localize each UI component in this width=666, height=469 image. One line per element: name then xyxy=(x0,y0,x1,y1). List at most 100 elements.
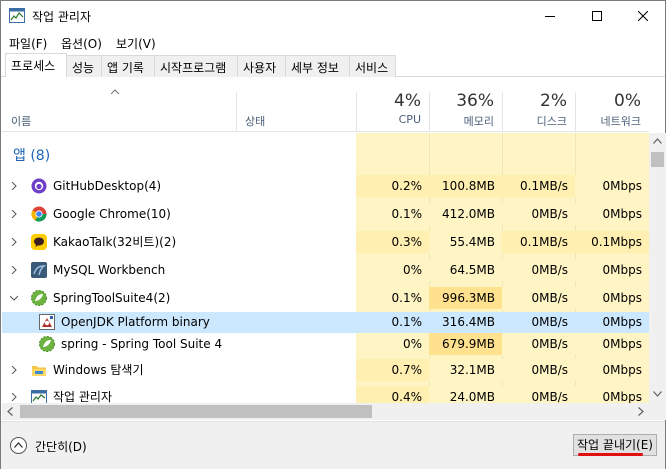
chevron-right-icon[interactable] xyxy=(10,393,18,401)
disk-cell: 0MB/s xyxy=(502,359,575,381)
cpu-cell: 0.1% xyxy=(356,203,429,225)
header-disk[interactable]: 2% 디스크 xyxy=(502,78,575,132)
memory-cell: 316.4MB xyxy=(429,312,502,333)
process-name: MySQL Workbench xyxy=(53,263,166,277)
chevron-right-icon[interactable] xyxy=(10,182,18,190)
process-name: 작업 관리자 xyxy=(53,390,113,403)
scroll-up-icon[interactable] xyxy=(653,138,662,144)
process-row-selected[interactable]: OpenJDK Platform binary 0.1% 316.4MB 0MB… xyxy=(2,312,649,333)
tab-users[interactable]: 사용자 xyxy=(237,55,286,77)
header-cpu[interactable]: 4% CPU xyxy=(356,78,429,132)
header-memory-label: 메모리 xyxy=(463,115,494,128)
menu-options[interactable]: 옵션(O) xyxy=(61,35,102,52)
minimize-button[interactable] xyxy=(527,1,573,31)
scroll-right-icon[interactable] xyxy=(638,407,644,416)
horizontal-scroll-thumb[interactable] xyxy=(20,405,372,418)
header-cpu-label: CPU xyxy=(398,113,421,126)
process-row[interactable]: SpringToolSuite4(2) 0.1% 996.3MB 0MB/s 0… xyxy=(2,287,649,309)
process-name: SpringToolSuite4(2) xyxy=(53,291,171,305)
header-status-label: 상태 xyxy=(245,115,266,128)
header-name[interactable]: 이름 xyxy=(2,78,236,132)
process-name: OpenJDK Platform binary xyxy=(61,315,210,329)
cpu-cell: 0% xyxy=(356,259,429,281)
header-status[interactable]: 상태 xyxy=(236,78,356,132)
task-manager-icon xyxy=(9,8,25,23)
process-list: 앱 (8) GitHubDesktop(4) 0.2% 100.8MB 0.1M… xyxy=(2,133,649,403)
chevron-right-icon[interactable] xyxy=(10,366,18,374)
process-row[interactable]: Google Chrome(10) 0.1% 412.0MB 0MB/s 0Mb… xyxy=(2,203,649,225)
maximize-icon xyxy=(592,11,602,21)
menu-view[interactable]: 보기(V) xyxy=(116,35,156,52)
tab-startup[interactable]: 시작프로그램 xyxy=(154,55,238,77)
process-name: Google Chrome(10) xyxy=(53,207,171,221)
maximize-button[interactable] xyxy=(574,1,620,31)
disk-cell: 0MB/s xyxy=(502,203,575,225)
chevron-right-icon[interactable] xyxy=(10,238,18,246)
network-cell: 0Mbps xyxy=(575,203,649,225)
fewer-details-button[interactable] xyxy=(10,437,27,454)
menu-file[interactable]: 파일(F) xyxy=(9,35,47,52)
memory-cell: 32.1MB xyxy=(429,359,502,381)
chevron-down-icon[interactable] xyxy=(10,294,18,302)
network-cell: 0Mbps xyxy=(575,259,649,281)
tab-processes[interactable]: 프로세스 xyxy=(5,53,67,77)
fewer-details-label[interactable]: 간단히(D) xyxy=(35,438,87,455)
network-cell: 0.1Mbps xyxy=(575,231,649,253)
cpu-cell: 0% xyxy=(356,333,429,355)
chevron-up-icon xyxy=(14,442,23,448)
tab-app-history[interactable]: 앱 기록 xyxy=(101,55,155,77)
header-cpu-pct: 4% xyxy=(394,91,421,111)
disk-cell: 0MB/s xyxy=(502,287,575,309)
tab-performance[interactable]: 성능 xyxy=(66,55,102,77)
scroll-down-icon[interactable] xyxy=(653,391,662,397)
header-memory[interactable]: 36% 메모리 xyxy=(429,78,502,132)
chevron-right-icon[interactable] xyxy=(10,210,18,218)
task-manager-window: 작업 관리자 파일(F) 옵션(O) 보기(V) 프로세스 성능 앱 기록 시작… xyxy=(0,0,666,469)
disk-cell: 0MB/s xyxy=(502,386,575,403)
header-memory-pct: 36% xyxy=(456,91,494,111)
process-row[interactable]: GitHubDesktop(4) 0.2% 100.8MB 0.1MB/s 0M… xyxy=(2,175,649,197)
network-cell: 0Mbps xyxy=(575,359,649,381)
cpu-cell: 0.1% xyxy=(356,287,429,309)
memory-cell: 24.0MB xyxy=(429,386,502,403)
header-network[interactable]: 0% 네트워크 xyxy=(575,78,649,132)
process-name: KakaoTalk(32비트)(2) xyxy=(53,235,177,249)
memory-cell: 412.0MB xyxy=(429,203,502,225)
process-row[interactable]: KakaoTalk(32비트)(2) 0.3% 55.4MB 0.1MB/s 0… xyxy=(2,231,649,253)
process-name: Windows 탐색기 xyxy=(53,363,144,377)
process-row[interactable]: 작업 관리자 0.4% 24.0MB 0MB/s 0Mbps xyxy=(2,386,649,403)
vertical-scroll-thumb[interactable] xyxy=(651,152,664,167)
memory-cell: 55.4MB xyxy=(429,231,502,253)
process-row[interactable]: spring - Spring Tool Suite 4 0% 679.9MB … xyxy=(2,333,649,355)
kakaotalk-icon xyxy=(31,234,47,250)
title-bar[interactable]: 작업 관리자 xyxy=(1,1,665,31)
process-row[interactable]: Windows 탐색기 0.7% 32.1MB 0MB/s 0Mbps xyxy=(2,359,649,381)
network-cell: 0Mbps xyxy=(575,386,649,403)
cpu-cell: 0.7% xyxy=(356,359,429,381)
cpu-cell: 0.2% xyxy=(356,175,429,197)
mysql-workbench-icon xyxy=(31,262,47,278)
process-row[interactable]: MySQL Workbench 0% 64.5MB 0MB/s 0Mbps xyxy=(2,259,649,281)
close-button[interactable] xyxy=(620,1,666,31)
tab-details[interactable]: 세부 정보 xyxy=(285,55,350,77)
cpu-cell: 0.1% xyxy=(356,312,429,333)
openjdk-icon xyxy=(39,314,55,330)
tab-bar: 프로세스 성능 앱 기록 시작프로그램 사용자 세부 정보 서비스 xyxy=(5,53,665,77)
group-header-apps[interactable]: 앱 (8) xyxy=(2,143,649,169)
chevron-right-icon[interactable] xyxy=(10,266,18,274)
footer-bar: 간단히(D) 작업 끝내기(E) xyxy=(1,421,665,469)
network-cell: 0Mbps xyxy=(575,333,649,355)
window-title: 작업 관리자 xyxy=(32,10,92,24)
horizontal-scrollbar[interactable] xyxy=(2,403,649,420)
disk-cell: 0MB/s xyxy=(502,333,575,355)
header-name-label: 이름 xyxy=(11,115,32,128)
network-cell: 0Mbps xyxy=(575,175,649,197)
tab-services[interactable]: 서비스 xyxy=(349,55,396,77)
cpu-cell: 0.4% xyxy=(356,386,429,403)
memory-cell: 64.5MB xyxy=(429,259,502,281)
spring-tool-suite-icon xyxy=(39,336,55,352)
annotation-underline xyxy=(578,453,643,456)
scroll-left-icon[interactable] xyxy=(7,407,13,416)
column-header: 이름 상태 4% CPU 36% 메모리 2% 디스크 0% 네트워크 xyxy=(2,78,649,132)
vertical-scrollbar[interactable] xyxy=(649,133,666,403)
